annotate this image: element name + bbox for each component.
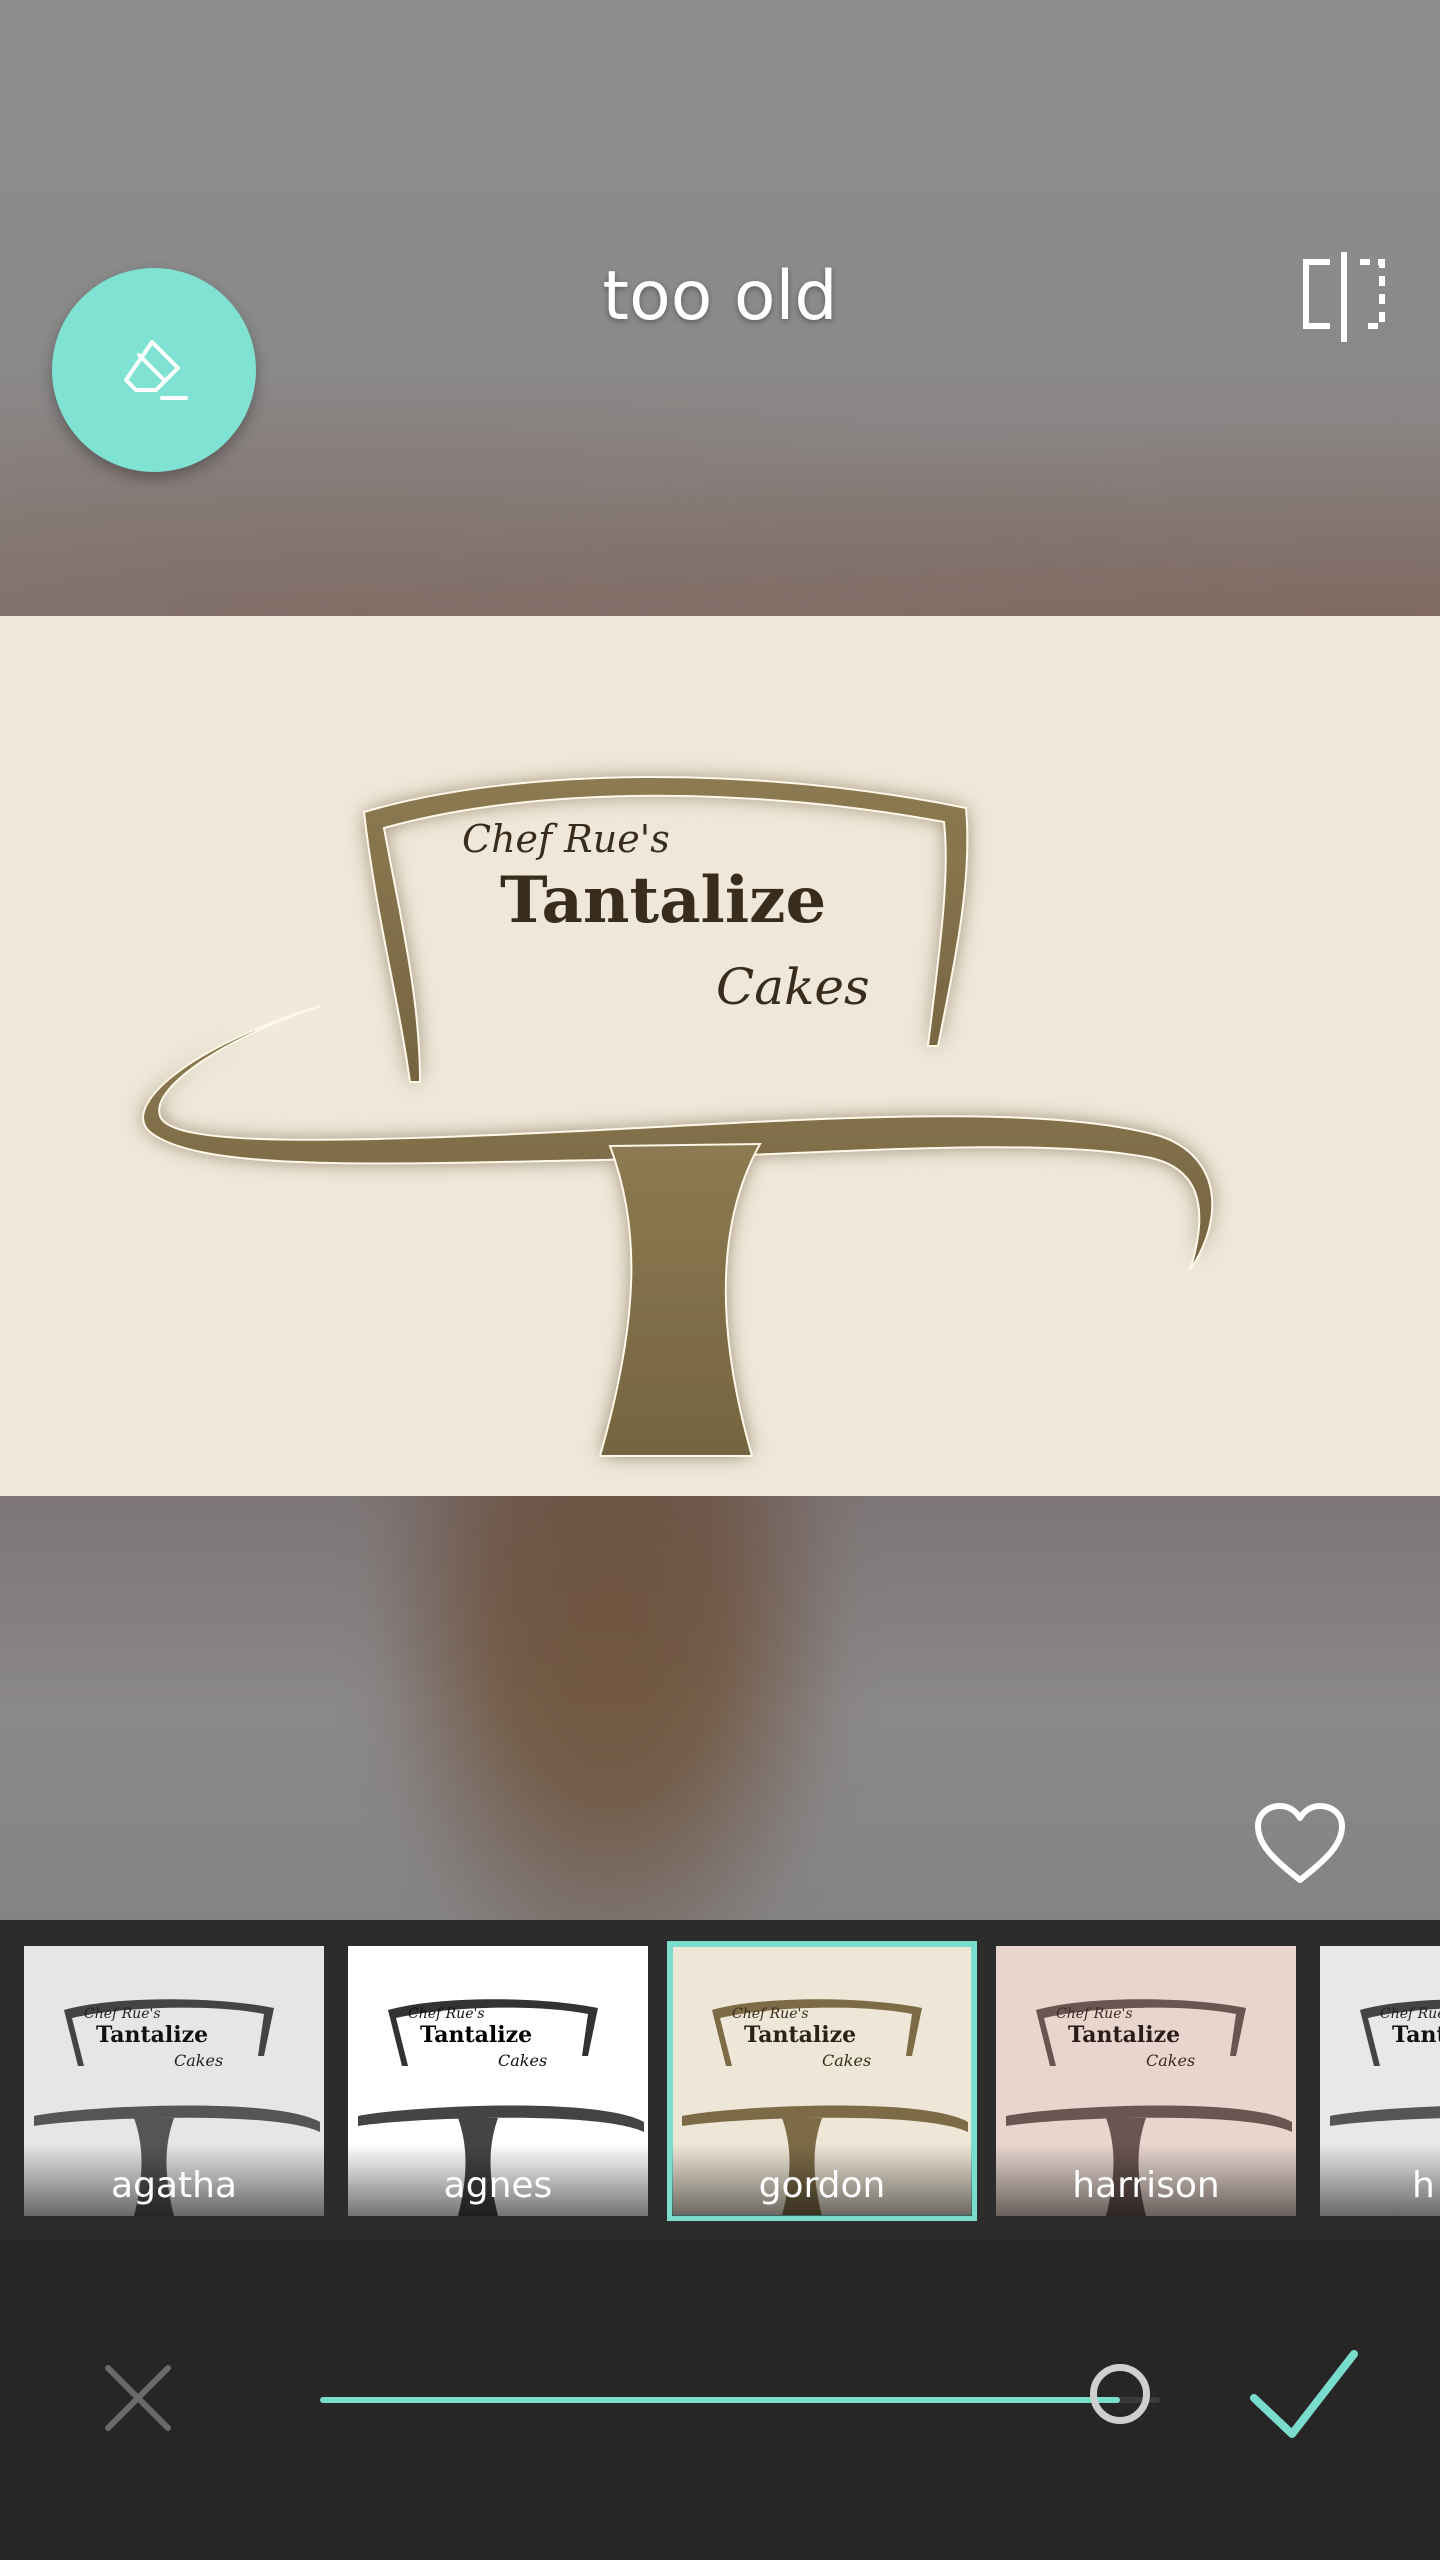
apply-button[interactable] [1246,2346,1362,2446]
blurred-background-bottom [0,1496,1440,1920]
background-shade [0,1496,1440,1920]
svg-text:Cakes: Cakes [498,2051,547,2070]
svg-text:Chef Rue's: Chef Rue's [1056,2006,1133,2022]
svg-text:Chef Rue's: Chef Rue's [1380,2006,1440,2022]
filter-thumb-gordon[interactable]: Chef Rue's Tantalize Cakes gordon [667,1941,977,2221]
filter-strength-slider[interactable] [320,2360,1160,2440]
svg-text:Cakes: Cakes [822,2051,871,2070]
filter-title: too old [602,257,838,336]
svg-text:Chef Rue's: Chef Rue's [732,2006,809,2022]
compare-icon [1303,252,1385,342]
filter-label: h [1412,2165,1435,2206]
favorite-button[interactable] [1252,1800,1348,1890]
filter-label: harrison [1072,2165,1220,2206]
photo-canvas: Chef Rue's Tantalize Cakes [0,616,1440,1496]
eraser-button[interactable] [52,268,256,472]
filter-label: gordon [758,2165,886,2206]
logo-text-tantalize: Tantalize [500,863,826,938]
filter-thumb-agatha[interactable]: Chef Rue's Tantalize Cakes agatha [24,1946,324,2216]
checkmark-icon [1250,2350,1358,2438]
svg-text:Chef Rue's: Chef Rue's [84,2006,161,2022]
filter-thumb-agnes[interactable]: Chef Rue's Tantalize Cakes agnes [348,1946,648,2216]
svg-text:Tantalize: Tantalize [1392,2022,1440,2048]
slider-fill [320,2397,1120,2403]
heart-icon [1255,1803,1345,1883]
svg-text:Tantalize: Tantalize [420,2022,532,2048]
filter-thumb-partial[interactable]: Chef Rue's Tantalize h [1320,1946,1440,2216]
logo-text-cakes: Cakes [716,958,870,1016]
eraser-icon [124,340,188,400]
svg-text:Chef Rue's: Chef Rue's [408,2006,485,2022]
close-icon [105,2365,171,2431]
filter-label: agnes [443,2165,553,2206]
cancel-button[interactable] [96,2356,180,2440]
logo-text-chef: Chef Rue's [462,817,670,861]
cake-logo-image: Chef Rue's Tantalize Cakes [142,775,1214,1457]
svg-text:Cakes: Cakes [1146,2051,1195,2070]
svg-text:Tantalize: Tantalize [744,2022,856,2048]
compare-button[interactable] [1298,252,1392,342]
slider-handle[interactable] [1090,2364,1150,2424]
svg-text:Cakes: Cakes [174,2051,223,2070]
svg-text:Tantalize: Tantalize [96,2022,208,2048]
filter-thumb-harrison[interactable]: Chef Rue's Tantalize Cakes harrison [996,1946,1296,2216]
svg-text:Tantalize: Tantalize [1068,2022,1180,2048]
filter-label: agatha [111,2165,237,2206]
filter-thumbnail-strip[interactable]: Chef Rue's Tantalize Cakes agatha Chef R… [0,1920,1440,2240]
